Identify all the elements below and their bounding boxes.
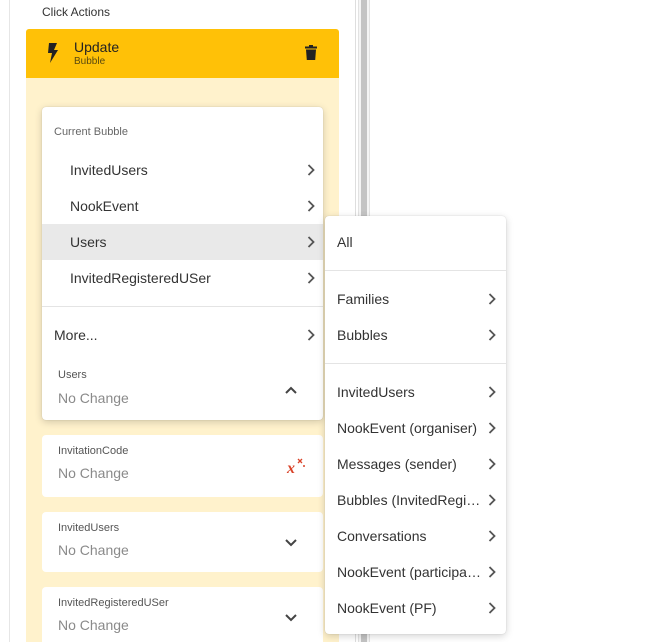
- field-label: InvitedRegisteredUSer: [58, 597, 169, 609]
- chevron-right-icon: [488, 530, 496, 542]
- dropdown-section-label: Current Bubble: [54, 126, 128, 138]
- users-submenu: All Families Bubbles InvitedUsers NookEv…: [325, 216, 506, 634]
- submenu-item-bubbles-invitedregistereduser[interactable]: Bubbles (InvitedRegisteredUSer): [325, 482, 506, 518]
- submenu-item-label: NookEvent (organiser): [337, 420, 478, 436]
- chevron-right-icon: [307, 272, 315, 284]
- field-value: No Change: [58, 465, 129, 481]
- submenu-divider: [325, 363, 506, 364]
- section-title: Click Actions: [42, 5, 111, 19]
- dropdown-item-more[interactable]: More...: [42, 317, 323, 353]
- invited-registered-user-field[interactable]: InvitedRegisteredUSer No Change: [42, 587, 323, 642]
- chevron-right-icon: [488, 494, 496, 506]
- chevron-down-icon[interactable]: [285, 614, 297, 622]
- dropdown-item-label: Users: [70, 234, 107, 250]
- chevron-right-icon: [488, 566, 496, 578]
- field-value: No Change: [58, 617, 129, 633]
- clear-formula-icon[interactable]: x: [286, 457, 306, 475]
- submenu-item-label: Bubbles: [337, 327, 388, 343]
- field-label: InvitationCode: [58, 445, 129, 457]
- submenu-item-label: Bubbles (InvitedRegisteredUSer): [337, 492, 485, 508]
- submenu-item-label: All: [337, 234, 353, 250]
- submenu-item-conversations[interactable]: Conversations: [325, 518, 506, 554]
- value-dropdown: Current Bubble InvitedUsers NookEvent Us…: [42, 107, 323, 420]
- bolt-icon: [48, 43, 58, 63]
- submenu-item-nookevent-participants[interactable]: NookEvent (participants): [325, 554, 506, 590]
- chevron-right-icon: [488, 458, 496, 470]
- submenu-item-label: NookEvent (participants): [337, 564, 485, 580]
- submenu-item-label: Messages (sender): [337, 456, 457, 472]
- dropdown-item-label: InvitedUsers: [70, 162, 148, 178]
- dropdown-divider: [42, 306, 323, 307]
- chevron-right-icon: [488, 293, 496, 305]
- chevron-down-icon[interactable]: [285, 539, 297, 547]
- submenu-divider: [325, 270, 506, 271]
- submenu-item-invitedusers[interactable]: InvitedUsers: [325, 374, 506, 410]
- dropdown-item-nookevent[interactable]: NookEvent: [42, 188, 323, 224]
- submenu-item-label: Conversations: [337, 528, 427, 544]
- chevron-right-icon: [307, 329, 315, 341]
- dropdown-item-label: NookEvent: [70, 198, 139, 214]
- chevron-right-icon: [307, 236, 315, 248]
- action-subtitle: Bubble: [74, 56, 106, 67]
- svg-text:x: x: [286, 460, 295, 475]
- submenu-item-all[interactable]: All: [325, 224, 506, 260]
- dropdown-item-users[interactable]: Users: [42, 224, 323, 260]
- action-header[interactable]: Update Bubble: [26, 29, 339, 78]
- field-label: Users: [58, 369, 87, 381]
- field-value: No Change: [58, 542, 129, 558]
- field-value[interactable]: No Change: [58, 390, 129, 406]
- field-label: InvitedUsers: [58, 522, 120, 534]
- invitation-code-field[interactable]: InvitationCode No Change x: [42, 435, 323, 497]
- submenu-item-label: NookEvent (PF): [337, 600, 437, 616]
- trash-icon[interactable]: [305, 45, 317, 60]
- submenu-item-label: Families: [337, 291, 390, 307]
- submenu-item-bubbles[interactable]: Bubbles: [325, 317, 506, 353]
- chevron-up-icon[interactable]: [285, 386, 297, 394]
- action-title: Update: [74, 39, 120, 55]
- submenu-item-families[interactable]: Families: [325, 281, 506, 317]
- dropdown-item-invitedregistereduser[interactable]: InvitedRegisteredUSer: [42, 260, 323, 296]
- chevron-right-icon: [488, 422, 496, 434]
- chevron-right-icon: [307, 164, 315, 176]
- chevron-right-icon: [307, 200, 315, 212]
- chevron-right-icon: [488, 386, 496, 398]
- submenu-item-messages-sender[interactable]: Messages (sender): [325, 446, 506, 482]
- dropdown-item-label: More...: [54, 327, 98, 343]
- submenu-item-nookevent-organiser[interactable]: NookEvent (organiser): [325, 410, 506, 446]
- dropdown-item-invitedusers[interactable]: InvitedUsers: [42, 152, 323, 188]
- chevron-right-icon: [488, 329, 496, 341]
- submenu-item-nookevent-pf[interactable]: NookEvent (PF): [325, 590, 506, 626]
- invited-users-field[interactable]: InvitedUsers No Change: [42, 512, 323, 572]
- chevron-right-icon: [488, 602, 496, 614]
- submenu-item-label: InvitedUsers: [337, 384, 415, 400]
- dropdown-item-label: InvitedRegisteredUSer: [70, 270, 211, 286]
